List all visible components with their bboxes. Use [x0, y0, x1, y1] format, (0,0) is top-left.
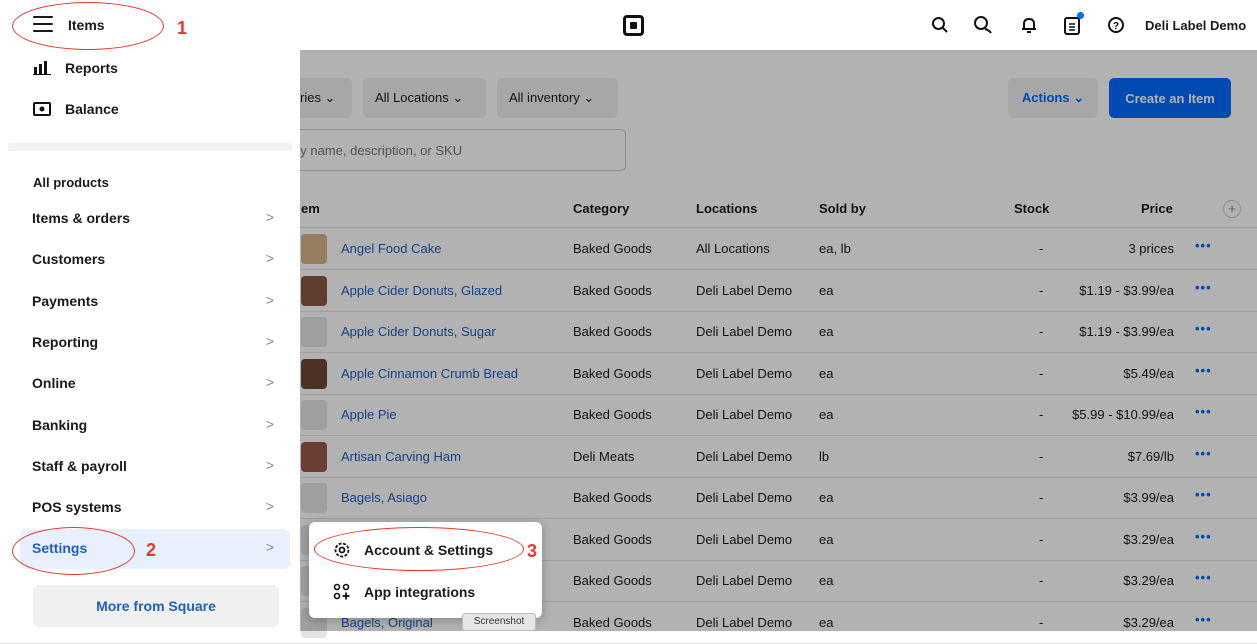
sidebar-item-payments[interactable]: Payments > [20, 282, 290, 322]
top-bar: Items ? Deli Label Demo [0, 0, 1257, 50]
account-name[interactable]: Deli Label Demo [1145, 18, 1246, 33]
sidebar-item-reports[interactable]: Reports [33, 60, 118, 76]
chevron-right-icon: > [265, 209, 274, 225]
sidebar-item-label: Items & orders [32, 210, 131, 226]
menu-item-app-integrations[interactable]: App integrations [309, 572, 542, 612]
chevron-right-icon: > [265, 332, 274, 349]
sidebar-item-label: Reports [65, 60, 118, 76]
chevron-right-icon: > [265, 539, 274, 556]
sidebar-item-label: Staff & payroll [32, 457, 127, 474]
messages-icon[interactable] [972, 14, 994, 36]
chevron-right-icon: > [265, 374, 274, 391]
annotation-number-3: 3 [527, 541, 538, 561]
sidebar-item-label: Reporting [32, 333, 99, 350]
clipboard-icon[interactable] [1061, 12, 1084, 36]
sidebar-item-label: Online [32, 375, 76, 392]
app-integrations-icon [333, 583, 351, 601]
help-icon[interactable]: ? [1105, 14, 1127, 36]
screenshot-tooltip: Screenshot [462, 613, 536, 631]
chevron-right-icon: > [265, 291, 274, 308]
sidebar-item-label: Balance [65, 101, 119, 117]
sidebar-item-label: POS systems [32, 499, 122, 516]
settings-submenu: Account & Settings App integrations [309, 522, 542, 618]
square-logo-icon[interactable] [623, 15, 644, 36]
sidebar-item-label: Customers [32, 251, 106, 268]
sidebar-item-online[interactable]: Online > [20, 364, 290, 404]
annotation-number-2: 2 [146, 540, 157, 560]
notification-dot [1077, 12, 1084, 19]
chevron-right-icon: > [265, 415, 274, 432]
bell-icon[interactable] [1018, 14, 1040, 36]
sidebar-item-label: Settings [32, 540, 88, 557]
menu-item-label: App integrations [364, 584, 476, 600]
hamburger-menu-icon[interactable] [33, 16, 53, 34]
sidebar-item-staff-payroll[interactable]: Staff & payroll > [20, 447, 290, 487]
sidebar-item-pos-systems[interactable]: POS systems > [20, 488, 290, 528]
sidebar-item-items-orders[interactable]: Items & orders > [20, 199, 290, 239]
sidebar-item-banking[interactable]: Banking > [20, 406, 290, 446]
svg-text:?: ? [1113, 21, 1119, 32]
menu-item-label: Account & Settings [364, 542, 494, 558]
chevron-right-icon: > [265, 498, 274, 515]
gear-icon [333, 541, 351, 559]
sidebar-item-customers[interactable]: Customers > [20, 240, 290, 280]
chevron-right-icon: > [265, 250, 274, 267]
reports-icon [33, 61, 51, 75]
sidebar-section-heading: All products [33, 175, 109, 190]
sidebar-item-balance[interactable]: Balance [33, 101, 119, 117]
sidebar-item-reporting[interactable]: Reporting > [20, 323, 290, 363]
sidebar-item-label: Banking [32, 416, 88, 433]
sidebar-divider [8, 143, 292, 151]
search-icon[interactable] [929, 14, 951, 36]
page-title: Items [68, 17, 105, 33]
annotation-number-1: 1 [177, 18, 188, 38]
menu-item-account-settings[interactable]: Account & Settings [309, 530, 542, 570]
balance-icon [33, 102, 51, 116]
more-from-square-button[interactable]: More from Square [33, 585, 279, 627]
chevron-right-icon: > [265, 456, 274, 473]
sidebar-item-label: Payments [32, 292, 99, 309]
